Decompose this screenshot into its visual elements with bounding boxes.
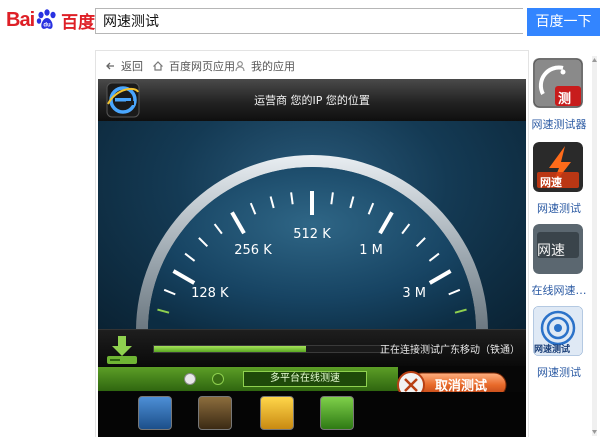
download-icon xyxy=(107,336,137,364)
back-link[interactable]: 返回 xyxy=(104,58,143,74)
baidu-logo[interactable]: Bai du 百度 xyxy=(6,6,95,34)
connection-status-text: 正在连接测试广东移动（铁通） xyxy=(380,345,520,356)
page-dot-2[interactable] xyxy=(212,373,224,385)
sidebar-item-3-icon-text: 网速 xyxy=(537,243,565,259)
home-apps-link[interactable]: 百度网页应用 xyxy=(152,58,235,74)
paw-icon: du xyxy=(36,9,56,29)
sidebar-item-2-label: 网速测试 xyxy=(537,202,581,215)
search-button[interactable]: 百度一下 xyxy=(527,8,600,36)
app-header-text: 运营商 您的IP 您的位置 xyxy=(254,94,370,107)
page-dot-1[interactable] xyxy=(184,373,196,385)
my-apps-link[interactable]: 我的应用 xyxy=(234,58,295,74)
home-apps-label: 百度网页应用 xyxy=(169,60,235,73)
connection-progress-fill xyxy=(154,346,306,352)
sidebar-item-1-label: 网速测试器 xyxy=(531,118,587,131)
logo-text-cn: 百度 xyxy=(61,12,96,33)
gauge-tick-label: 128 K xyxy=(191,286,229,301)
status-row: 正在连接测试广东移动（铁通） xyxy=(98,329,526,366)
gauge-tick-label: 1 M xyxy=(359,243,383,258)
back-label: 返回 xyxy=(121,60,143,73)
speedtest-app: 运营商 您的IP 您的位置 128 K 256 K 512 K 1 M 3 M … xyxy=(98,79,526,437)
sidebar-item-1-icon-text: 测 xyxy=(558,92,572,107)
speed-gauge: 0 K128 K256 K512 K1 M3 M5 M xyxy=(98,121,526,329)
app-header: 运营商 您的IP 您的位置 xyxy=(98,79,526,121)
logo-text-bai: Bai xyxy=(6,8,35,31)
arrow-left-icon xyxy=(106,62,114,70)
app-tile-2[interactable] xyxy=(198,396,232,430)
sidebar-scrollbar[interactable] xyxy=(591,56,598,436)
related-apps-sidebar: 测 网速测试器 网速 网速测试 网速 在线网速… 网速测试 网速测试 xyxy=(528,50,600,440)
home-icon xyxy=(153,61,163,71)
app-card: 返回 百度网页应用 我的应用 运营商 您的IP 您的位置 128 K 256 K… xyxy=(95,50,529,437)
app-tile-3[interactable] xyxy=(260,396,294,430)
search-input[interactable]: 网速测试 xyxy=(95,8,523,34)
sidebar-item-3-label: 在线网速… xyxy=(531,284,587,297)
gauge-svg: 0 K128 K256 K512 K1 M3 M5 M xyxy=(136,155,488,329)
app-tile-4[interactable] xyxy=(320,396,354,430)
gauge-tick-label: 3 M xyxy=(402,286,426,301)
gauge-tick-label: 256 K xyxy=(234,243,272,258)
app-tile-1[interactable] xyxy=(138,396,172,430)
my-apps-label: 我的应用 xyxy=(251,60,295,73)
svg-text:du: du xyxy=(43,23,51,29)
gauge-tick-label: 512 K xyxy=(293,227,331,242)
sidebar-item-4-label: 网速测试 xyxy=(537,366,581,379)
connection-progress-bar xyxy=(153,345,385,353)
sidebar-item-2-icon-text: 网速 xyxy=(540,176,562,189)
user-icon xyxy=(235,61,245,72)
platform-label[interactable]: 多平台在线测速 xyxy=(243,371,367,387)
sidebar-item-4-icon-text: 网速测试 xyxy=(534,345,571,355)
breadcrumb: 返回 百度网页应用 我的应用 xyxy=(96,51,528,79)
app-tiles-row xyxy=(98,392,526,437)
top-search-bar: Bai du 百度 网速测试 百度一下 xyxy=(0,0,600,44)
